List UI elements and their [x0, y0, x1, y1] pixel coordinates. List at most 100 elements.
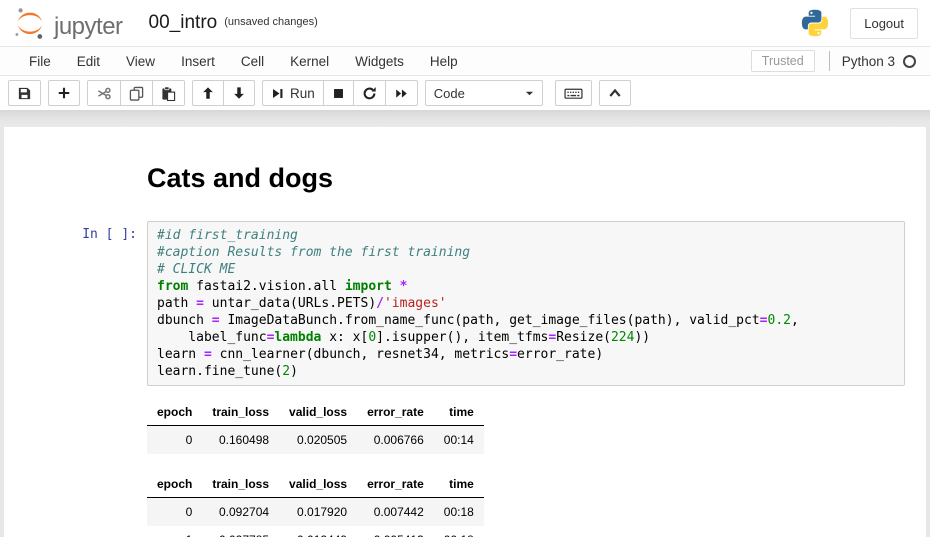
code-line: learn.fine_tune(2)	[157, 363, 895, 380]
outputs: epochtrain_lossvalid_losserror_ratetime0…	[147, 399, 905, 537]
table-header-cell: valid_loss	[279, 471, 357, 498]
table-cell: 1	[147, 526, 202, 537]
training-results-table: epochtrain_lossvalid_losserror_ratetime0…	[147, 471, 484, 537]
cell-type-select[interactable]: Code	[425, 80, 543, 106]
menu-item-insert[interactable]: Insert	[168, 49, 228, 74]
table-header-cell: error_rate	[357, 399, 434, 426]
menu-item-widgets[interactable]: Widgets	[342, 49, 417, 74]
add-cell-button[interactable]	[48, 80, 80, 106]
menu-item-help[interactable]: Help	[417, 49, 471, 74]
code-line: dbunch = ImageDataBunch.from_name_func(p…	[157, 312, 895, 329]
header-shadow-band	[0, 110, 930, 127]
add-cell-icon	[57, 86, 71, 100]
input-prompt: In [ ]:	[4, 221, 147, 386]
copy-cell-icon	[129, 86, 144, 101]
table-header-cell: train_loss	[202, 471, 279, 498]
code-line: path = untar_data(URLs.PETS)/'images'	[157, 295, 895, 312]
training-results-table: epochtrain_lossvalid_losserror_ratetime0…	[147, 399, 484, 454]
cut-cell-icon	[96, 86, 112, 101]
notebook-page: Cats and dogs In [ ]: #id first_training…	[4, 127, 926, 537]
table-cell: 0.005413	[357, 526, 434, 537]
code-input-area[interactable]: #id first_training#caption Results from …	[147, 221, 905, 386]
command-palette-button[interactable]	[599, 80, 631, 106]
cell-type-caret-icon	[525, 89, 534, 98]
menu-item-view[interactable]: View	[113, 49, 168, 74]
table-cell: 0.160498	[202, 426, 279, 455]
page-title: Cats and dogs	[147, 163, 905, 194]
table-header-cell: error_rate	[357, 471, 434, 498]
menubar-separator	[829, 51, 830, 71]
code-line: from fastai2.vision.all import *	[157, 278, 895, 295]
table-cell: 0	[147, 498, 202, 527]
jupyter-logo-icon	[12, 5, 48, 41]
paste-cell-button[interactable]	[152, 80, 185, 106]
menu-item-file[interactable]: File	[16, 49, 64, 74]
code-line: #caption Results from the first training	[157, 244, 895, 261]
copy-cell-button[interactable]	[120, 80, 153, 106]
stop-icon	[332, 87, 345, 100]
jupyter-logo[interactable]: jupyter	[12, 5, 123, 41]
menu-item-edit[interactable]: Edit	[64, 49, 113, 74]
trusted-badge[interactable]: Trusted	[751, 50, 815, 72]
table-cell: 00:18	[434, 526, 484, 537]
table-row: 00.0927040.0179200.00744200:18	[147, 498, 484, 527]
logout-button[interactable]: Logout	[850, 8, 918, 39]
code-line: # CLICK ME	[157, 261, 895, 278]
kernel-name: Python 3	[842, 54, 895, 69]
code-line: learn = cnn_learner(dbunch, resnet34, me…	[157, 346, 895, 363]
table-cell: 0.017920	[279, 498, 357, 527]
restart-run-all-button[interactable]	[385, 80, 418, 106]
table-cell: 00:14	[434, 426, 484, 455]
stop-kernel-button[interactable]	[323, 80, 354, 106]
table-header-cell: epoch	[147, 399, 202, 426]
cell-type-value: Code	[434, 86, 465, 101]
markdown-cell[interactable]: Cats and dogs	[147, 163, 905, 194]
code-cell[interactable]: In [ ]: #id first_training#caption Resul…	[4, 221, 926, 386]
save-status: (unsaved changes)	[224, 16, 318, 31]
save-icon	[17, 86, 32, 101]
move-cell-up-icon	[201, 86, 215, 100]
code-lines: #id first_training#caption Results from …	[157, 227, 895, 380]
table-cell: 0.092704	[202, 498, 279, 527]
move-cell-down-button[interactable]	[223, 80, 255, 106]
table-cell: 0	[147, 426, 202, 455]
table-cell: 0.027785	[202, 526, 279, 537]
code-line: #id first_training	[157, 227, 895, 244]
kernel-idle-icon	[903, 55, 916, 68]
keyboard-shortcuts-button[interactable]	[555, 80, 592, 106]
notebook-title[interactable]: 00_intro	[149, 12, 218, 35]
menubar: FileEditViewInsertCellKernelWidgetsHelp …	[0, 46, 930, 76]
table-header-cell: train_loss	[202, 399, 279, 426]
table-row: 10.0277850.0124490.00541300:18	[147, 526, 484, 537]
move-cell-down-icon	[232, 86, 246, 100]
table-cell: 0.020505	[279, 426, 357, 455]
jupyter-logo-text: jupyter	[54, 15, 123, 41]
table-cell: 0.012449	[279, 526, 357, 537]
table-row: 00.1604980.0205050.00676600:14	[147, 426, 484, 455]
command-palette-icon	[608, 87, 622, 99]
paste-cell-icon	[161, 86, 176, 101]
menu-item-cell[interactable]: Cell	[228, 49, 277, 74]
cut-cell-button[interactable]	[87, 80, 121, 106]
table-header-cell: valid_loss	[279, 399, 357, 426]
notebook-header: jupyter 00_intro (unsaved changes) Logou…	[0, 0, 930, 46]
run-label: Run	[290, 86, 315, 101]
toolbar: Run Code	[0, 76, 930, 110]
table-header-cell: time	[434, 471, 484, 498]
table-cell: 0.006766	[357, 426, 434, 455]
menu-item-kernel[interactable]: Kernel	[277, 49, 342, 74]
restart-run-all-icon	[394, 87, 409, 100]
code-line: label_func=lambda x: x[0].isupper(), ite…	[157, 329, 895, 346]
run-icon	[271, 87, 284, 100]
keyboard-icon	[564, 86, 583, 101]
table-header-cell: time	[434, 399, 484, 426]
table-cell: 0.007442	[357, 498, 434, 527]
table-header-cell: epoch	[147, 471, 202, 498]
table-cell: 00:18	[434, 498, 484, 527]
move-cell-up-button[interactable]	[192, 80, 224, 106]
save-button[interactable]	[8, 80, 41, 106]
python-logo-icon	[800, 8, 830, 38]
restart-kernel-icon	[362, 86, 377, 101]
run-cell-button[interactable]: Run	[262, 80, 324, 106]
restart-kernel-button[interactable]	[353, 80, 386, 106]
